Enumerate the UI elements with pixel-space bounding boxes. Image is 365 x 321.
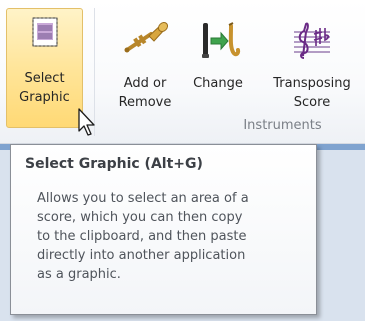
tooltip-line: Allows you to select an area of a [37,191,249,206]
add-or-remove-label-line1: Add or [123,76,167,91]
tooltip-line: to the clipboard, and then paste [37,229,247,244]
tooltip-body: Allows you to select an area of a score,… [37,189,307,284]
transposing-label-line1: Transposing [273,76,351,91]
select-graphic-icon [32,17,57,47]
tooltip-line: score, which you can then copy [37,210,243,225]
change-label: Change [193,76,243,91]
trumpet-icon [124,21,169,53]
change-button[interactable]: Change [186,10,250,93]
select-graphic-label-line2: Graphic [19,90,70,105]
ribbon-panel: Select Graphic Add or Remove Change Tran… [0,0,365,144]
mouse-cursor-icon [78,108,95,136]
transposing-label-line2: Score [293,95,331,110]
change-instrument-icon [202,22,241,58]
tooltip-line: directly into another application [37,248,246,263]
select-graphic-button[interactable]: Select Graphic [6,8,83,128]
instruments-group-label: Instruments [243,118,322,133]
add-or-remove-label-line2: Remove [118,95,172,110]
tooltip-line: as a graphic. [37,267,121,282]
transposing-score-icon [294,22,330,59]
transposing-score-button[interactable]: Transposing Score [262,10,362,112]
add-or-remove-button[interactable]: Add or Remove [110,10,180,112]
select-graphic-tooltip: Select Graphic (Alt+G) Allows you to sel… [10,144,317,315]
select-graphic-label-line1: Select [24,71,65,86]
tooltip-title: Select Graphic (Alt+G) [25,156,203,172]
